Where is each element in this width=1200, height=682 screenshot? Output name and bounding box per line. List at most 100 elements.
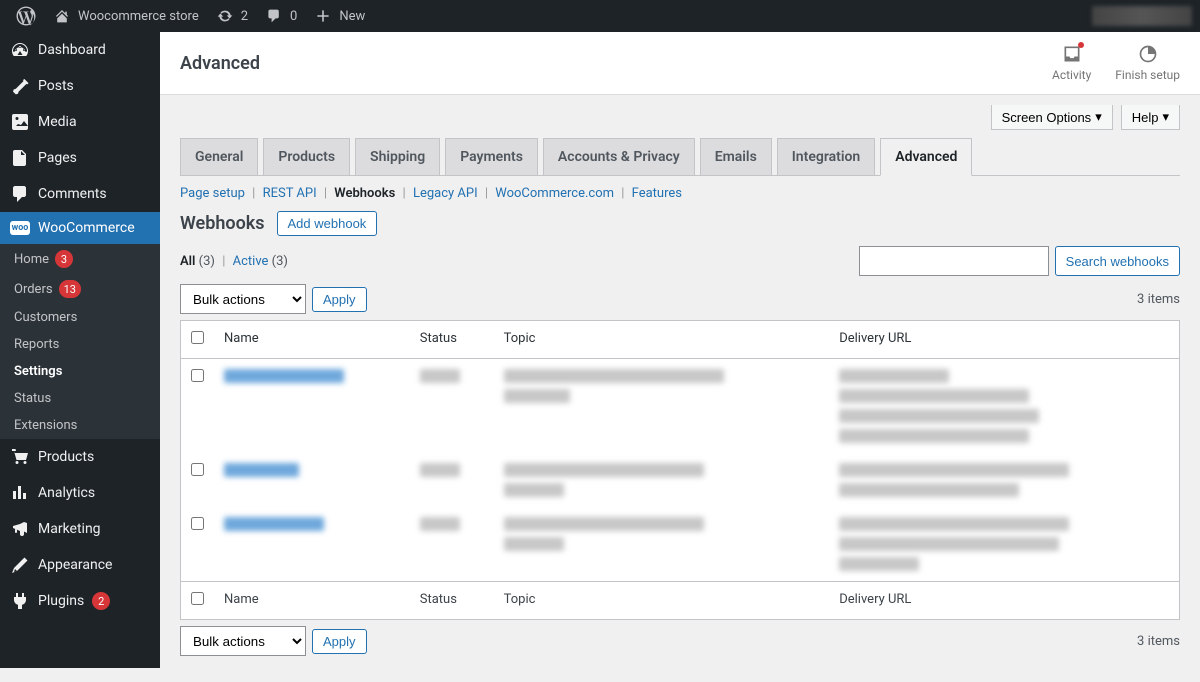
table-row xyxy=(181,359,1180,454)
sidebar-sub-reports[interactable]: Reports xyxy=(0,331,160,358)
add-webhook-button[interactable]: Add webhook xyxy=(277,211,378,236)
progress-icon xyxy=(1138,44,1158,64)
chevron-down-icon: ▾ xyxy=(1095,109,1102,125)
search-webhooks-button[interactable]: Search webhooks xyxy=(1055,246,1180,276)
webhooks-table: Name Status Topic Delivery URL Name Stat… xyxy=(180,320,1180,620)
sidebar-sub-label: Orders xyxy=(14,282,53,297)
sidebar-item-analytics[interactable]: Analytics xyxy=(0,475,160,511)
sidebar-sub-settings[interactable]: Settings xyxy=(0,358,160,385)
row-checkbox[interactable] xyxy=(191,463,204,476)
tab-accounts-privacy[interactable]: Accounts & Privacy xyxy=(543,138,695,175)
settings-tabs: GeneralProductsShippingPaymentsAccounts … xyxy=(180,138,1180,176)
table-row xyxy=(181,507,1180,582)
comment-icon xyxy=(10,184,30,204)
main-content: Advanced Activity Finish setup Screen Op… xyxy=(160,32,1200,682)
select-all-top[interactable] xyxy=(191,331,204,344)
tab-general[interactable]: General xyxy=(180,138,258,175)
bulk-actions-select-top[interactable]: Bulk actions xyxy=(180,284,306,314)
sidebar-item-label: Pages xyxy=(38,150,77,166)
sidebar-item-label: Media xyxy=(38,114,77,130)
sidebar-sub-label: Extensions xyxy=(14,418,77,433)
select-all-bottom[interactable] xyxy=(191,592,204,605)
refresh-icon xyxy=(215,6,235,26)
sidebar-item-appearance[interactable]: Appearance xyxy=(0,547,160,583)
screen-options-button[interactable]: Screen Options ▾ xyxy=(991,105,1113,130)
webhook-name-link[interactable] xyxy=(224,369,344,383)
bulk-actions-select-bottom[interactable]: Bulk actions xyxy=(180,626,306,656)
sidebar-item-plugins[interactable]: Plugins 2 xyxy=(0,583,160,619)
pages-icon xyxy=(10,148,30,168)
col-topic[interactable]: Topic xyxy=(494,321,830,359)
tab-payments[interactable]: Payments xyxy=(445,138,538,175)
sidebar-item-dashboard[interactable]: Dashboard xyxy=(0,32,160,68)
sidebar-item-posts[interactable]: Posts xyxy=(0,68,160,104)
sidebar-item-comments[interactable]: Comments xyxy=(0,176,160,212)
filter-all[interactable]: All xyxy=(180,254,195,269)
sidebar-sub-orders[interactable]: Orders 13 xyxy=(0,274,160,304)
search-input[interactable] xyxy=(859,246,1049,276)
webhook-name-link[interactable] xyxy=(224,517,324,531)
subnav-webhooks[interactable]: Webhooks xyxy=(334,186,395,201)
sidebar-item-woocommerce[interactable]: woo WooCommerce xyxy=(0,212,160,244)
sidebar-item-label: Analytics xyxy=(38,485,95,501)
sidebar-sub-home[interactable]: Home 3 xyxy=(0,244,160,274)
sidebar-sub-status[interactable]: Status xyxy=(0,385,160,412)
col-name[interactable]: Name xyxy=(214,321,410,359)
filter-links: All (3) | Active (3) xyxy=(180,254,288,269)
brush-icon xyxy=(10,555,30,575)
webhook-name-link[interactable] xyxy=(224,463,299,477)
megaphone-icon xyxy=(10,519,30,539)
section-title: Webhooks xyxy=(180,213,265,234)
apply-bulk-bottom-button[interactable]: Apply xyxy=(312,629,367,654)
help-button[interactable]: Help ▾ xyxy=(1121,105,1180,130)
apply-bulk-top-button[interactable]: Apply xyxy=(312,287,367,312)
subnav-legacy-api[interactable]: Legacy API xyxy=(413,186,478,201)
comments-link[interactable]: 0 xyxy=(256,0,305,32)
filter-active[interactable]: Active xyxy=(233,254,269,269)
sidebar-sub-label: Reports xyxy=(14,337,59,352)
table-row xyxy=(181,453,1180,507)
sidebar-sub-extensions[interactable]: Extensions xyxy=(0,412,160,439)
sidebar-item-label: Appearance xyxy=(38,557,112,573)
sidebar-item-marketing[interactable]: Marketing xyxy=(0,511,160,547)
wp-logo[interactable] xyxy=(8,0,44,32)
row-checkbox[interactable] xyxy=(191,369,204,382)
webhook-delivery-url xyxy=(839,369,1169,443)
col-delivery[interactable]: Delivery URL xyxy=(829,321,1179,359)
admin-sidebar: Dashboard Posts Media Pages Comments woo… xyxy=(0,32,160,668)
subnav-rest-api[interactable]: REST API xyxy=(263,186,317,201)
col-topic-foot: Topic xyxy=(494,582,830,620)
subnav-woocommerce-com[interactable]: WooCommerce.com xyxy=(495,186,614,201)
sidebar-item-products[interactable]: Products xyxy=(0,439,160,475)
new-content-link[interactable]: New xyxy=(305,0,373,32)
sidebar-sub-label: Status xyxy=(14,391,51,406)
row-checkbox[interactable] xyxy=(191,517,204,530)
chevron-down-icon: ▾ xyxy=(1162,109,1169,125)
sidebar-item-pages[interactable]: Pages xyxy=(0,140,160,176)
tab-integration[interactable]: Integration xyxy=(777,138,875,175)
admin-toolbar: Woocommerce store 2 0 New xyxy=(0,0,1200,32)
updates-count: 2 xyxy=(241,9,248,24)
col-status[interactable]: Status xyxy=(410,321,494,359)
tab-emails[interactable]: Emails xyxy=(700,138,772,175)
subnav-page-setup[interactable]: Page setup xyxy=(180,186,245,201)
tab-advanced[interactable]: Advanced xyxy=(880,138,972,176)
tab-products[interactable]: Products xyxy=(263,138,350,175)
count-badge: 13 xyxy=(59,280,81,298)
page-header: Advanced Activity Finish setup xyxy=(160,32,1200,95)
new-label: New xyxy=(339,9,365,24)
sidebar-item-media[interactable]: Media xyxy=(0,104,160,140)
subnav-features[interactable]: Features xyxy=(632,186,682,201)
help-label: Help xyxy=(1132,110,1159,125)
filter-active-count: (3) xyxy=(272,254,288,269)
sidebar-sub-customers[interactable]: Customers xyxy=(0,304,160,331)
updates-link[interactable]: 2 xyxy=(207,0,256,32)
pin-icon xyxy=(10,76,30,96)
user-account-blurred[interactable] xyxy=(1092,6,1192,26)
tab-shipping[interactable]: Shipping xyxy=(355,138,440,175)
activity-button[interactable]: Activity xyxy=(1052,44,1091,82)
finish-setup-button[interactable]: Finish setup xyxy=(1115,44,1180,82)
site-name-link[interactable]: Woocommerce store xyxy=(44,0,207,32)
dashboard-icon xyxy=(10,40,30,60)
analytics-icon xyxy=(10,483,30,503)
